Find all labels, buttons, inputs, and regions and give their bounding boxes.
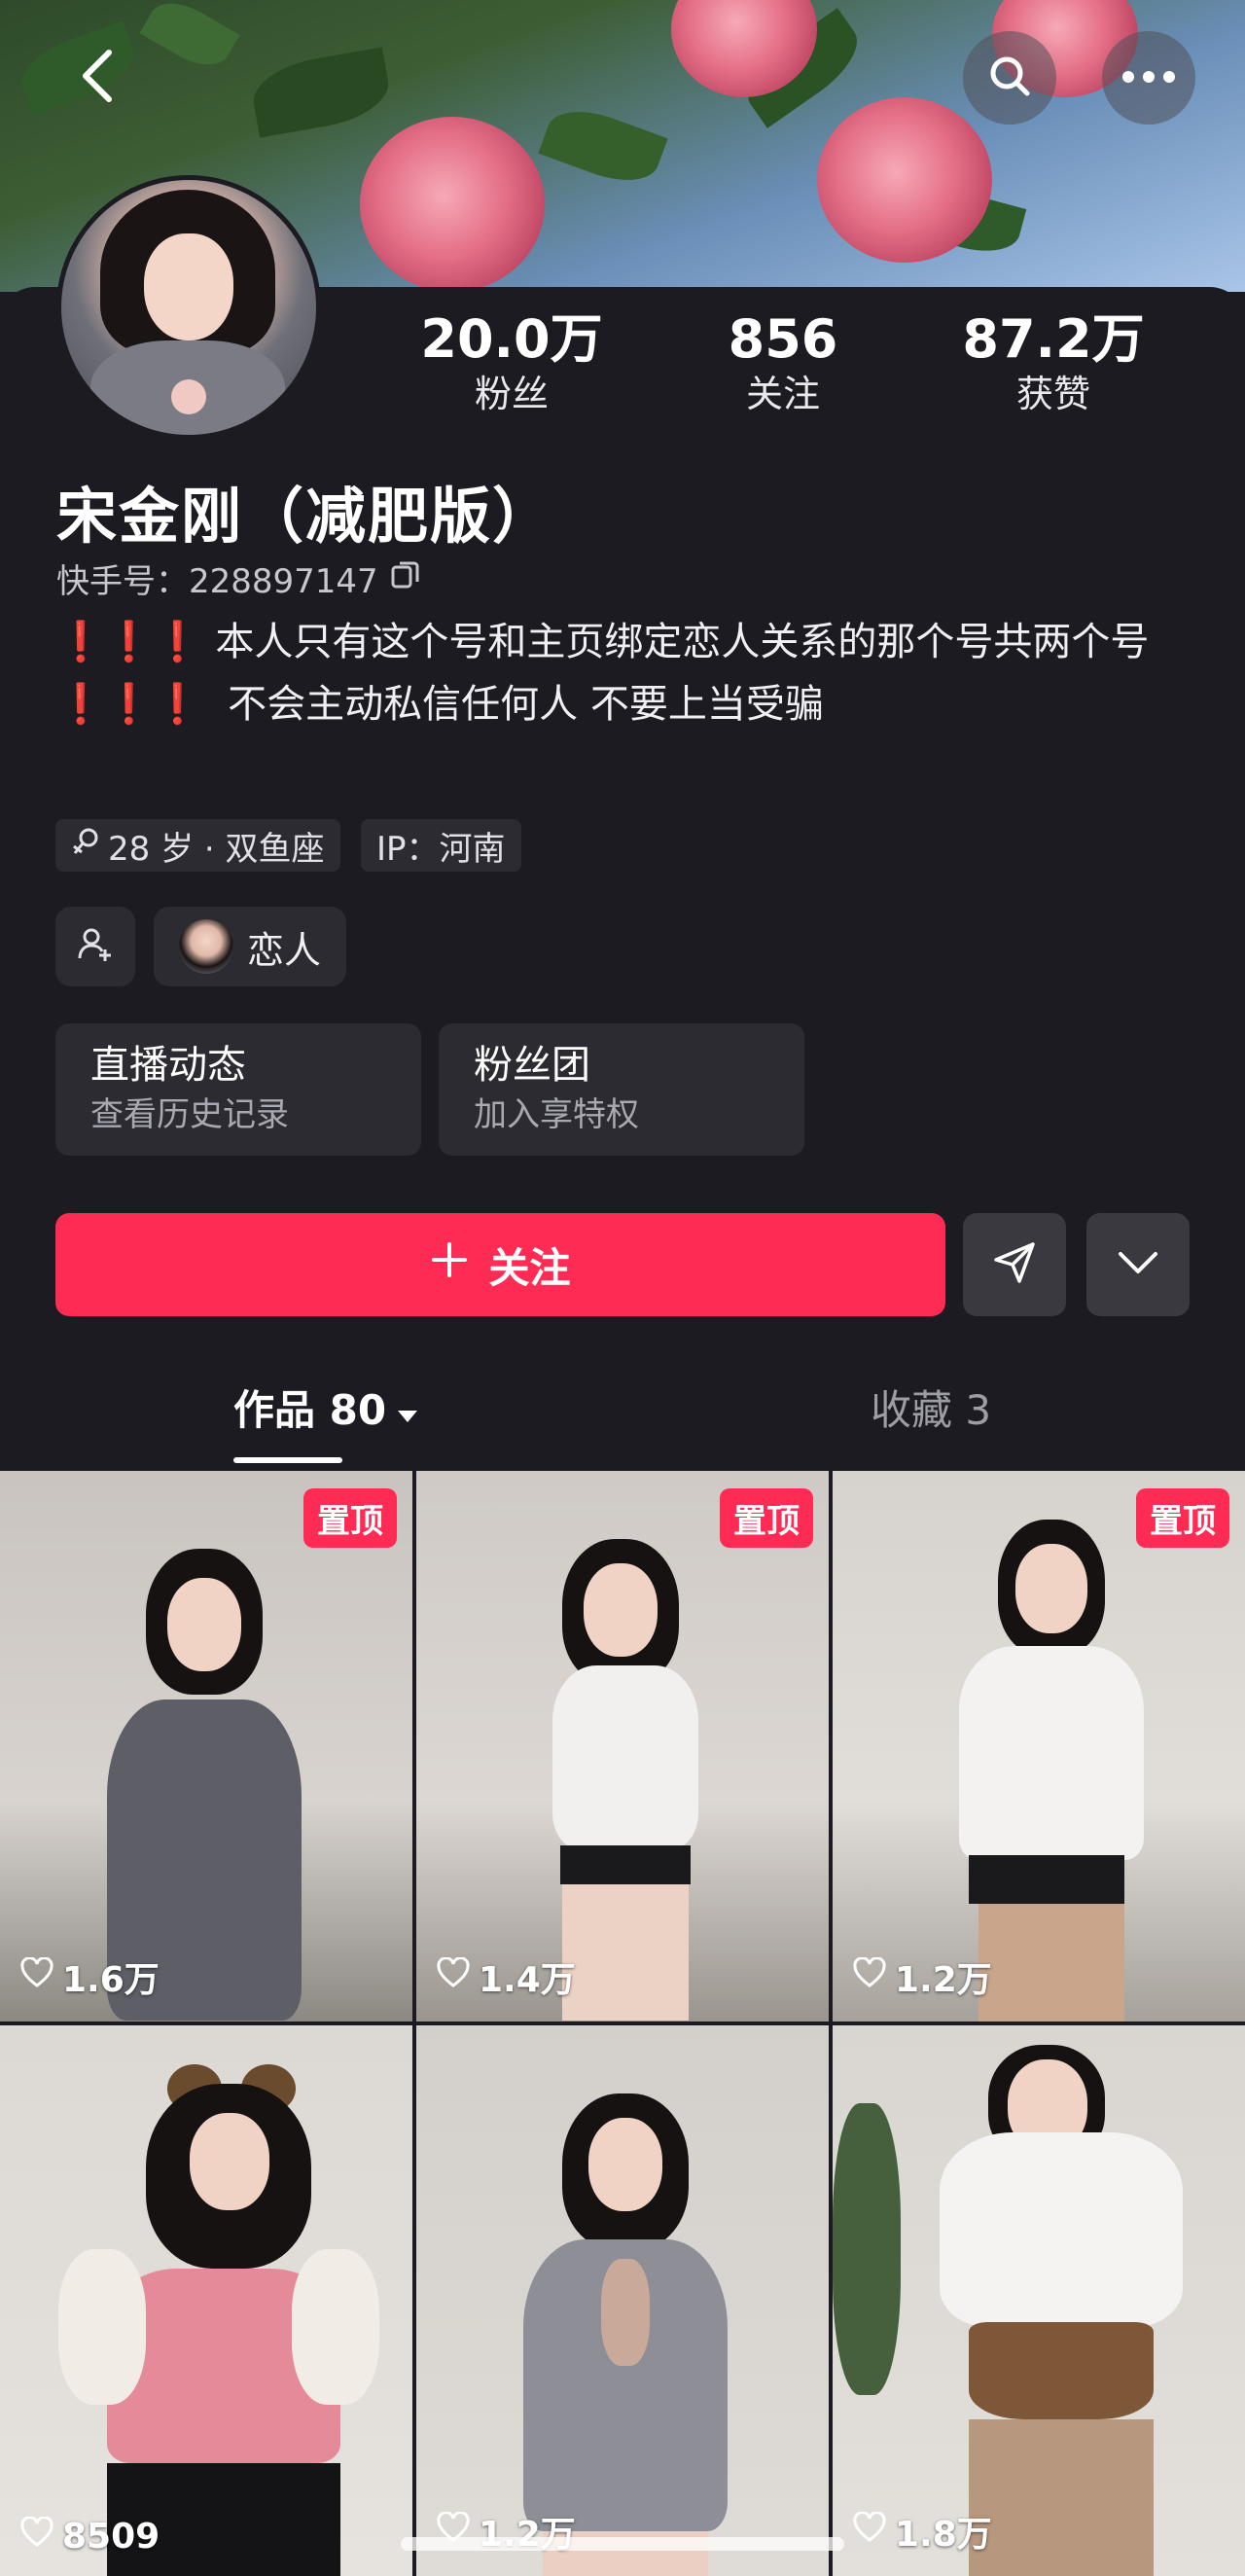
like-count: 1.2万 <box>852 1951 992 2002</box>
relation-avatar <box>178 919 233 974</box>
ip-tag: IP：河南 <box>361 819 521 872</box>
tab-works-label: 作品 80 <box>233 1386 387 1434</box>
fan-club-title: 粉丝团 <box>474 1043 590 1088</box>
pinned-badge: 置顶 <box>720 1488 813 1548</box>
video-grid: 置顶 1.6万 置顶 1.4万 置顶 1.2万 8509 1.2万 1.8万 <box>0 1471 1245 2576</box>
bio-line-2-text: 不会主动私信任何人 不要上当受骗 <box>215 682 824 727</box>
live-records-title: 直播动态 <box>90 1043 246 1088</box>
caret-down-icon <box>396 1381 419 1440</box>
age-tag-text: 28 岁 · 双鱼座 <box>108 829 325 869</box>
video-thumbnail[interactable]: 置顶 1.4万 <box>416 1471 829 2021</box>
follow-button[interactable]: 关注 <box>55 1213 945 1316</box>
follow-label: 关注 <box>488 1243 571 1292</box>
stat-likes-value: 87.2万 <box>962 308 1145 370</box>
more-button[interactable] <box>1102 31 1195 125</box>
expand-button[interactable] <box>1086 1213 1190 1316</box>
bio: ❗❗❗ 本人只有这个号和主页绑定恋人关系的那个号共两个号 ❗❗❗ 不会主动私信任何… <box>56 611 1194 735</box>
user-id-text: 快手号：228897147 <box>56 562 378 601</box>
exclamation-icons: ❗❗❗ <box>56 682 202 727</box>
live-records-subtitle: 查看历史记录 <box>90 1095 289 1134</box>
search-button[interactable] <box>963 31 1056 125</box>
message-button[interactable] <box>963 1213 1066 1316</box>
pinned-badge: 置顶 <box>303 1488 397 1548</box>
fan-club-subtitle: 加入享特权 <box>474 1095 639 1134</box>
add-friend-button[interactable] <box>55 907 135 986</box>
video-thumbnail[interactable]: 1.2万 <box>416 2025 829 2576</box>
video-thumbnail[interactable]: 1.8万 <box>833 2025 1245 2576</box>
more-horizontal-icon <box>1121 69 1176 88</box>
like-count: 8509 <box>19 2516 160 2557</box>
chevron-down-icon <box>1117 1249 1159 1280</box>
pinned-badge: 置顶 <box>1136 1488 1229 1548</box>
like-count: 1.4万 <box>436 1951 576 2002</box>
active-tab-indicator <box>233 1457 342 1463</box>
video-thumbnail[interactable]: 8509 <box>0 2025 412 2576</box>
like-count: 1.6万 <box>19 1951 160 2002</box>
add-user-icon <box>76 925 115 968</box>
heart-icon <box>19 2516 54 2557</box>
tab-works[interactable]: 作品 80 <box>233 1381 419 1440</box>
heart-icon <box>19 1955 54 1997</box>
tab-favorites[interactable]: 收藏 3 <box>871 1381 991 1440</box>
stat-following-value: 856 <box>728 308 838 370</box>
stat-following[interactable]: 856 关注 <box>686 309 880 418</box>
stat-fans-label: 粉丝 <box>474 373 549 415</box>
chevron-left-icon <box>80 49 115 107</box>
heart-icon <box>436 1955 471 1997</box>
ip-tag-text: IP：河南 <box>376 829 506 869</box>
stat-likes[interactable]: 87.2万 获赞 <box>956 309 1151 418</box>
live-records-card[interactable]: 直播动态 查看历史记录 <box>55 1023 421 1156</box>
like-count: 1.8万 <box>852 2506 992 2557</box>
like-count-text: 1.8万 <box>895 2515 992 2555</box>
stat-following-label: 关注 <box>745 373 820 415</box>
video-thumbnail[interactable]: 置顶 1.6万 <box>0 1471 412 2021</box>
stat-likes-label: 获赞 <box>1015 373 1090 415</box>
search-icon <box>986 53 1033 103</box>
plus-icon <box>430 1240 469 1289</box>
like-count-text: 1.4万 <box>479 1960 576 2000</box>
profile-name: 宋金刚（减肥版） <box>56 481 555 552</box>
back-button[interactable] <box>58 47 136 109</box>
like-count-text: 1.2万 <box>895 1960 992 2000</box>
fan-club-card[interactable]: 粉丝团 加入享特权 <box>439 1023 804 1156</box>
user-id: 快手号：228897147 <box>56 555 421 602</box>
female-icon <box>71 826 100 866</box>
exclamation-icons: ❗❗❗ <box>56 620 202 664</box>
like-count-text: 8509 <box>62 2517 160 2557</box>
bio-line-2: ❗❗❗ 不会主动私信任何人 不要上当受骗 <box>56 673 1194 735</box>
stat-fans-value: 20.0万 <box>420 308 603 370</box>
copy-icon[interactable] <box>390 558 421 598</box>
video-thumbnail[interactable]: 置顶 1.2万 <box>833 1471 1245 2021</box>
relation-button[interactable]: 恋人 <box>154 907 346 986</box>
home-indicator[interactable] <box>401 2537 844 2551</box>
tab-favorites-label: 收藏 3 <box>871 1386 992 1434</box>
like-count-text: 1.6万 <box>62 1960 160 2000</box>
stat-fans[interactable]: 20.0万 粉丝 <box>414 309 609 418</box>
age-tag: 28 岁 · 双鱼座 <box>55 819 340 872</box>
avatar[interactable] <box>56 175 321 440</box>
send-icon <box>990 1238 1039 1291</box>
bio-line-1-text: 本人只有这个号和主页绑定恋人关系的那个号共两个号 <box>215 620 1150 664</box>
bio-line-1: ❗❗❗ 本人只有这个号和主页绑定恋人关系的那个号共两个号 <box>56 611 1194 673</box>
relation-label: 恋人 <box>246 928 321 972</box>
heart-icon <box>852 2510 887 2552</box>
heart-icon <box>852 1955 887 1997</box>
